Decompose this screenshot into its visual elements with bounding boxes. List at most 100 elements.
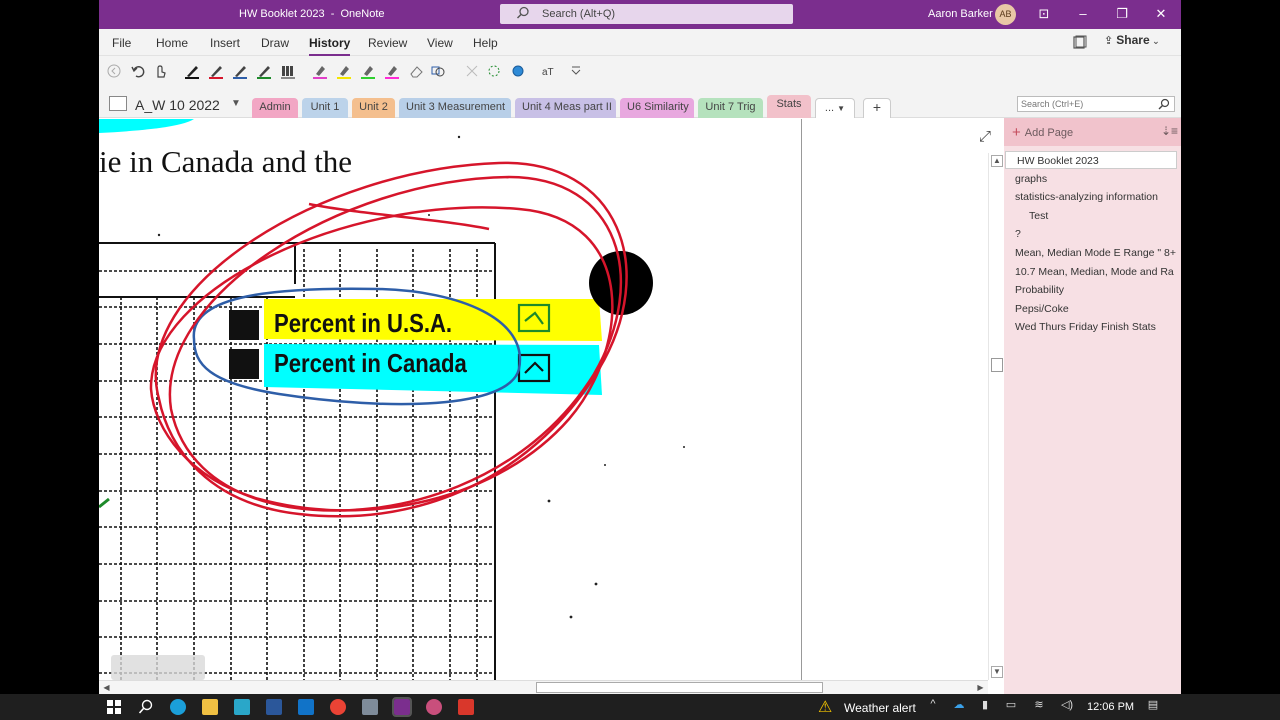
page-item[interactable]: ? <box>1004 225 1181 243</box>
touch-draw-icon[interactable] <box>151 63 169 79</box>
window-title: HW Booklet 2023 - OneNote <box>239 8 385 20</box>
ink-to-text-icon[interactable]: aT <box>539 63 557 79</box>
menu-help[interactable]: Help <box>473 36 498 50</box>
scroll-thumb[interactable] <box>991 358 1003 372</box>
menu-file[interactable]: File <box>112 36 131 50</box>
canvas-margin[interactable] <box>802 119 1004 680</box>
highlighter-yellow-icon[interactable] <box>335 63 353 79</box>
tab-unit-1[interactable]: Unit 1 <box>302 98 348 118</box>
search-icon <box>516 6 529 19</box>
restore-icon[interactable]: ❐ <box>1109 4 1135 24</box>
battery-icon[interactable]: ▭ <box>1004 698 1018 714</box>
pen-black-icon[interactable] <box>183 63 201 79</box>
screencast-icon[interactable] <box>458 699 474 715</box>
scroll-down-icon[interactable]: ▼ <box>991 666 1003 678</box>
edge-icon[interactable] <box>170 699 186 715</box>
tab-unit-4-meas-part-ii[interactable]: Unit 4 Meas part II <box>515 98 616 118</box>
scroll-right-icon[interactable]: ▶ <box>975 682 986 693</box>
pen-red-icon[interactable] <box>207 63 225 79</box>
vertical-scrollbar[interactable]: ▲ ▼ <box>988 153 1004 680</box>
add-section-button[interactable]: + <box>863 98 891 118</box>
expand-icon[interactable]: ⤢ <box>979 128 991 145</box>
onenote-icon[interactable] <box>392 697 412 717</box>
shapes-icon[interactable] <box>429 63 447 79</box>
wifi-icon[interactable]: ≋ <box>1032 698 1046 714</box>
customize-toolbar-icon[interactable] <box>567 63 585 79</box>
pen-blue-icon[interactable] <box>231 63 249 79</box>
close-icon[interactable]: ✕ <box>1148 4 1174 24</box>
ribbon-display-icon[interactable]: ⊡ <box>1031 4 1057 24</box>
menu-insert[interactable]: Insert <box>210 36 240 50</box>
notebook-sync-icon[interactable] <box>1072 35 1087 50</box>
highlighter-magenta-icon[interactable] <box>383 63 401 79</box>
menu-home[interactable]: Home <box>156 36 188 50</box>
menu-history[interactable]: History <box>309 36 351 56</box>
outlook-icon[interactable] <box>298 699 314 715</box>
tab-unit-7-trig[interactable]: Unit 7 Trig <box>698 98 763 118</box>
tab-unit-3-measurement[interactable]: Unit 3 Measurement <box>399 98 511 118</box>
search-icon[interactable] <box>138 699 154 715</box>
search-box[interactable]: Search (Alt+Q) <box>500 4 793 24</box>
hscroll-thumb[interactable] <box>536 682 823 693</box>
horizontal-scrollbar[interactable]: ◀ ▶ <box>99 680 988 694</box>
page-list-pane: + Add Page ⇣≡ HW Booklet 2023 graphs stat… <box>1004 118 1181 694</box>
chrome-icon[interactable] <box>330 699 346 715</box>
scroll-left-icon[interactable]: ◀ <box>101 682 112 693</box>
menu-review[interactable]: Review <box>368 36 407 50</box>
user-name[interactable]: Aaron Barker <box>928 8 993 20</box>
share-button[interactable]: ⇪ Share ⌄ <box>1104 33 1170 53</box>
highlighter-pink-icon[interactable] <box>311 63 329 79</box>
chevron-down-icon[interactable]: ▼ <box>231 98 241 109</box>
windows-start-icon[interactable] <box>106 699 122 715</box>
page-search-input[interactable]: Search (Ctrl+E) <box>1017 96 1175 112</box>
avatar[interactable]: AB <box>995 4 1016 25</box>
page-item[interactable]: Probability <box>1004 281 1181 299</box>
add-page-button[interactable]: + Add Page <box>1012 124 1073 141</box>
tab-unit-2[interactable]: Unit 2 <box>352 98 395 118</box>
pen-set-icon[interactable] <box>279 63 297 79</box>
notebook-icon[interactable] <box>109 96 127 111</box>
pen-green-icon[interactable] <box>255 63 273 79</box>
color-picker-icon[interactable] <box>509 63 527 79</box>
file-explorer-icon[interactable] <box>202 699 218 715</box>
notebook-name[interactable]: A_W 10 2022 <box>135 97 220 113</box>
toolbar: aT <box>99 56 1181 86</box>
page-item[interactable]: Test <box>1004 207 1181 225</box>
page-item[interactable]: Pepsi/Coke <box>1004 300 1181 318</box>
lasso-select-icon[interactable] <box>485 63 503 79</box>
undo-icon[interactable] <box>129 63 147 79</box>
menu-bar: File Home Insert Draw History Review Vie… <box>99 29 1181 56</box>
tab-admin[interactable]: Admin <box>252 98 298 118</box>
page-item[interactable]: statistics-analyzing information <box>1004 188 1181 206</box>
back-icon[interactable] <box>105 63 123 79</box>
page-item[interactable]: graphs <box>1004 170 1181 188</box>
calculator-icon[interactable] <box>362 699 378 715</box>
page-item[interactable]: 10.7 Mean, Median, Mode and Ra <box>1004 263 1181 281</box>
onedrive-icon[interactable]: ☁ <box>952 698 966 714</box>
chevron-up-icon[interactable]: ^ <box>926 698 940 714</box>
sort-icon[interactable]: ⇣≡ <box>1161 124 1178 138</box>
page-canvas[interactable]: ie in Canada and the Percent in U.S.A. P… <box>99 119 801 680</box>
weather-alert[interactable]: Weather alert <box>844 701 916 715</box>
volume-icon[interactable]: ◁) <box>1060 698 1074 714</box>
page-item[interactable]: Mean, Median Mode E Range " 8+ <box>1004 244 1181 262</box>
tab-more[interactable]: ... ▼ <box>815 98 855 118</box>
page-item[interactable]: Wed Thurs Friday Finish Stats <box>1004 318 1181 336</box>
word-icon[interactable] <box>266 699 282 715</box>
minimize-icon[interactable]: – <box>1070 4 1096 24</box>
floating-page-nav[interactable] <box>111 655 205 680</box>
menu-view[interactable]: View <box>427 36 453 50</box>
tab-u6-similarity[interactable]: U6 Similarity <box>620 98 694 118</box>
eraser-icon[interactable] <box>407 63 425 79</box>
notification-icon[interactable]: ▤ <box>1146 698 1160 714</box>
page-item[interactable]: HW Booklet 2023 <box>1005 151 1177 169</box>
search-placeholder: Search (Alt+Q) <box>542 8 616 20</box>
menu-draw[interactable]: Draw <box>261 36 289 50</box>
highlighter-green-icon[interactable] <box>359 63 377 79</box>
learning-tools-icon[interactable] <box>234 699 250 715</box>
tab-stats[interactable]: Stats <box>767 95 811 118</box>
snip-icon[interactable] <box>426 699 442 715</box>
usb-icon[interactable]: ▮ <box>978 698 992 714</box>
clock[interactable]: 12:06 PM <box>1087 701 1134 713</box>
scroll-up-icon[interactable]: ▲ <box>991 155 1003 167</box>
